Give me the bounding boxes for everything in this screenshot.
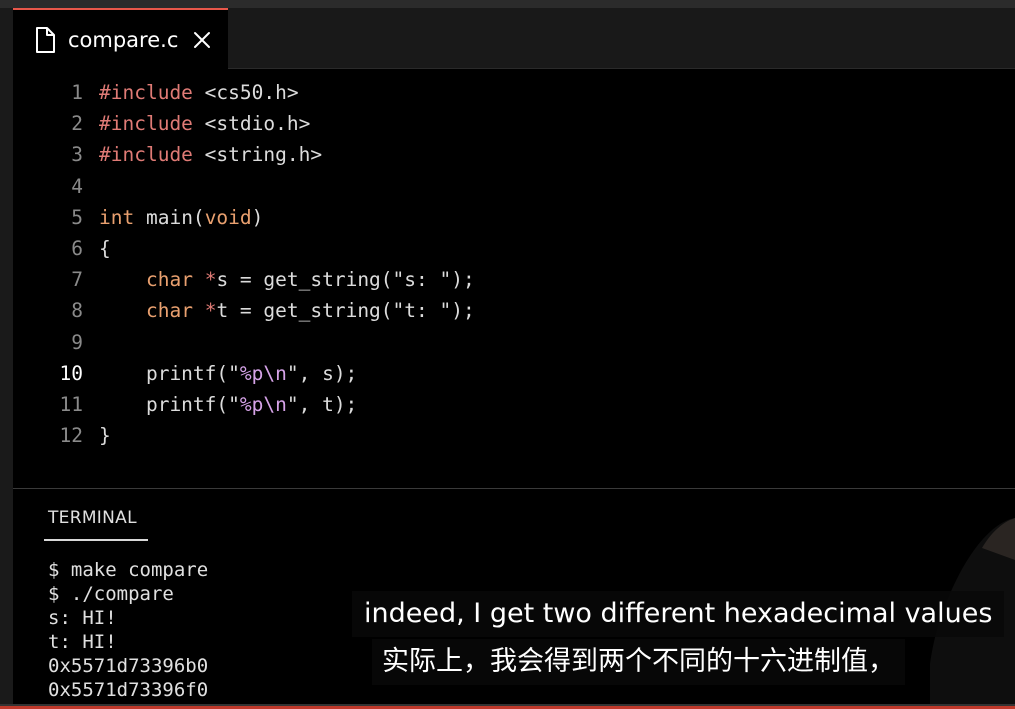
panel-divider[interactable]: [13, 488, 1015, 489]
code-text: #include <string.h>: [99, 143, 322, 166]
code-editor[interactable]: 1 #include <cs50.h> 2 #include <stdio.h> 3 #i…: [13, 70, 1015, 487]
line-number: 12: [59, 424, 83, 448]
subtitle-chinese: 实际上，我会得到两个不同的十六进制值，: [372, 639, 905, 685]
line-number: 6: [71, 237, 83, 260]
terminal-line: s: HI!: [48, 607, 117, 629]
tab-compare-c[interactable]: compare.c: [13, 8, 228, 69]
terminal-line: t: HI!: [48, 631, 117, 653]
terminal-line: $ make compare: [48, 559, 209, 581]
line-number: 10: [59, 361, 83, 385]
code-token: printf(": [99, 361, 240, 385]
active-tab-underline: [44, 539, 148, 541]
code-line[interactable]: 9: [13, 327, 83, 358]
code-token: t = get_string("t: ");: [216, 299, 475, 323]
line-number: 1: [71, 81, 83, 104]
line-number: 9: [71, 330, 83, 354]
code-token: char: [145, 299, 193, 323]
terminal-line: $ ./compare: [48, 583, 174, 605]
tab-bar: compare.c: [13, 8, 1015, 69]
terminal-line: 0x5571d73396b0: [48, 655, 209, 677]
code-line[interactable]: 11 printf("%p\n", t);: [13, 389, 358, 420]
terminal-line: 0x5571d73396f0: [48, 679, 209, 701]
code-token: }: [99, 424, 111, 448]
code-token: char: [145, 268, 193, 292]
code-text: char *t = get_string("t: ");: [99, 299, 475, 322]
code-token: #include: [99, 112, 193, 136]
file-icon: [34, 26, 56, 53]
code-token: <cs50.h>: [192, 81, 299, 104]
code-token: void: [204, 205, 252, 229]
code-text: #include <stdio.h>: [99, 112, 310, 135]
code-text: {: [99, 237, 111, 260]
code-token: %p\n: [239, 361, 287, 385]
code-token: ", s);: [286, 361, 358, 385]
code-text: #include <cs50.h>: [99, 81, 299, 104]
code-line[interactable]: 2 #include <stdio.h>: [13, 108, 310, 139]
line-number: 3: [71, 143, 83, 167]
tab-label: compare.c: [68, 27, 179, 52]
line-number: 11: [59, 393, 83, 416]
code-line[interactable]: 1 #include <cs50.h>: [13, 77, 298, 108]
code-line[interactable]: 8 char *t = get_string("t: ");: [13, 295, 474, 326]
code-token: *: [204, 268, 217, 292]
top-strip: [0, 0, 1015, 8]
tab-terminal[interactable]: TERMINAL: [48, 508, 137, 528]
line-number: 4: [71, 174, 83, 198]
code-text: printf("%p\n", s);: [99, 362, 357, 385]
code-line[interactable]: 3 #include <string.h>: [13, 139, 322, 170]
code-token: ): [251, 205, 264, 229]
code-line[interactable]: 6{: [13, 233, 111, 264]
close-icon[interactable]: [192, 30, 212, 50]
code-token: *: [204, 299, 217, 323]
code-line[interactable]: 5 int main(void): [13, 202, 263, 233]
code-token: <stdio.h>: [192, 112, 311, 136]
line-number: 8: [71, 299, 83, 323]
code-token: ", t);: [286, 393, 358, 416]
subtitle-english: indeed, I get two different hexadecimal …: [352, 591, 1005, 637]
code-text: char *s = get_string("s: ");: [99, 268, 475, 291]
code-token: {: [99, 237, 111, 260]
code-token: #include: [99, 81, 193, 104]
code-text: printf("%p\n", t);: [99, 393, 357, 416]
line-number: 5: [71, 205, 83, 229]
code-line[interactable]: 10 printf("%p\n", s);: [13, 358, 358, 389]
code-text: }: [99, 424, 111, 447]
code-token: main(: [134, 205, 205, 229]
code-token: #include: [99, 143, 193, 167]
terminal-output[interactable]: $ make compare $ ./compare s: HI! t: HI! 0x5…: [48, 558, 208, 702]
code-line[interactable]: 12}: [13, 420, 111, 451]
code-text: int main(void): [99, 206, 263, 229]
line-number: 2: [71, 112, 83, 136]
code-token: int: [99, 205, 135, 229]
code-token: %p\n: [239, 393, 287, 416]
code-token: printf(": [99, 393, 240, 416]
code-token: s = get_string("s: ");: [216, 268, 475, 292]
line-number: 7: [71, 268, 83, 292]
code-line[interactable]: 7 char *s = get_string("s: ");: [13, 264, 474, 295]
code-token: <string.h>: [192, 143, 323, 167]
code-line[interactable]: 4: [13, 171, 83, 202]
